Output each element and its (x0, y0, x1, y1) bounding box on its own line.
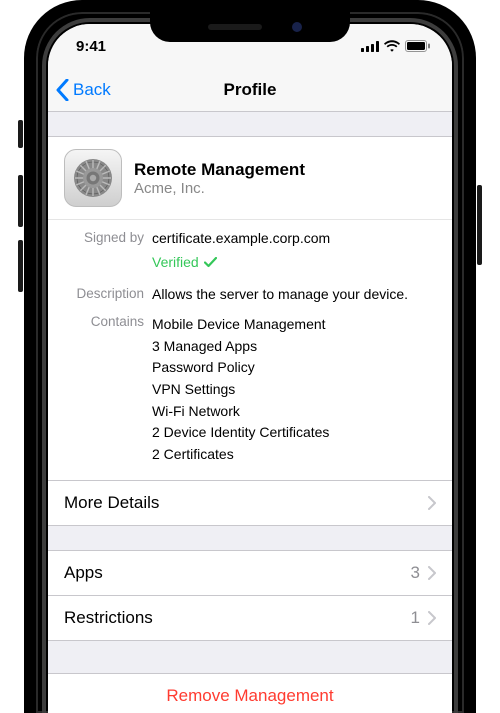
restrictions-label: Restrictions (64, 608, 153, 628)
content: Remote Management Acme, Inc. Signed by c… (48, 112, 452, 713)
chevron-right-icon (428, 496, 436, 510)
remove-label: Remove Management (166, 686, 333, 705)
more-details-cell[interactable]: More Details (48, 480, 452, 526)
cellular-icon (361, 41, 379, 52)
back-button[interactable]: Back (48, 79, 111, 101)
more-details-label: More Details (64, 493, 159, 513)
apps-cell[interactable]: Apps 3 (48, 550, 452, 595)
contains-item: 2 Certificates (152, 444, 436, 466)
profile-section: Remote Management Acme, Inc. Signed by c… (48, 136, 452, 480)
description-value: Allows the server to manage your device. (152, 286, 436, 302)
apps-label: Apps (64, 563, 103, 583)
chevron-left-icon (56, 79, 69, 101)
contains-row: Contains Mobile Device Management3 Manag… (48, 308, 452, 480)
restrictions-cell[interactable]: Restrictions 1 (48, 595, 452, 641)
verified-label: Verified (152, 254, 199, 270)
remove-management-button[interactable]: Remove Management (48, 673, 452, 713)
contains-item: Wi-Fi Network (152, 401, 436, 423)
verified-badge: Verified (152, 254, 217, 270)
description-label: Description (64, 286, 152, 301)
back-label: Back (73, 80, 111, 100)
chevron-right-icon (428, 566, 436, 580)
volume-down-button (18, 240, 23, 292)
power-button (477, 185, 482, 265)
settings-gear-icon (64, 149, 122, 207)
chevron-right-icon (428, 611, 436, 625)
profile-org: Acme, Inc. (134, 180, 305, 197)
volume-up-button (18, 175, 23, 227)
nav-bar: Back Profile (48, 68, 452, 112)
profile-title: Remote Management (134, 160, 305, 180)
profile-header: Remote Management Acme, Inc. (48, 136, 452, 219)
signed-by-row: Signed by certificate.example.corp.com (48, 219, 452, 252)
contains-item: Mobile Device Management (152, 314, 436, 336)
contains-item: Password Policy (152, 357, 436, 379)
signed-by-label: Signed by (64, 230, 152, 245)
screen: 9:41 Back Profile (48, 24, 452, 713)
contains-list: Mobile Device Management3 Managed AppsPa… (152, 314, 436, 466)
verified-row: Verified (48, 252, 452, 280)
checkmark-icon (204, 257, 217, 268)
status-time: 9:41 (76, 38, 106, 55)
restrictions-count: 1 (411, 608, 420, 628)
battery-icon (405, 40, 430, 52)
contains-item: 3 Managed Apps (152, 336, 436, 358)
notch (150, 12, 350, 42)
side-switch (18, 120, 23, 148)
apps-count: 3 (411, 563, 420, 583)
wifi-icon (384, 40, 400, 52)
description-row: Description Allows the server to manage … (48, 280, 452, 308)
signed-by-value: certificate.example.corp.com (152, 230, 436, 246)
phone-frame: 9:41 Back Profile (24, 0, 476, 713)
contains-label: Contains (64, 314, 152, 329)
contains-item: 2 Device Identity Certificates (152, 422, 436, 444)
contains-item: VPN Settings (152, 379, 436, 401)
